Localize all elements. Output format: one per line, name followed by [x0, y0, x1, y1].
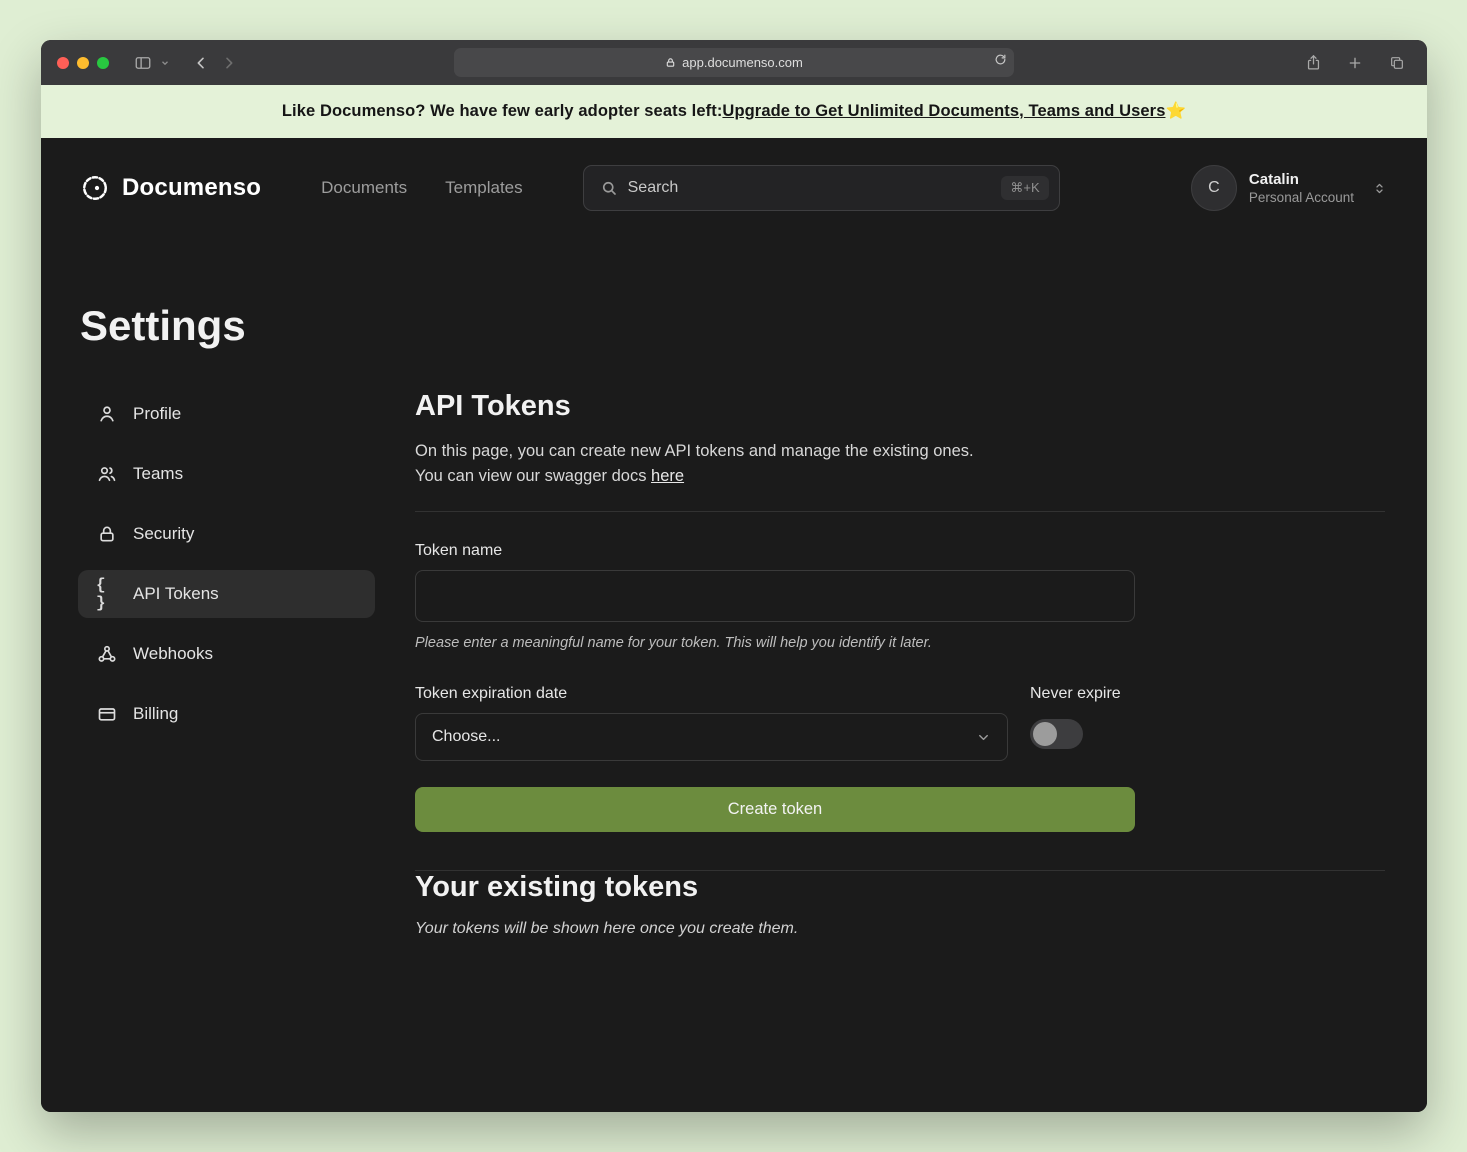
- sidebar-item-label: Teams: [133, 464, 183, 484]
- page-title: Settings: [80, 302, 1427, 350]
- toggle-knob: [1033, 722, 1057, 746]
- address-bar[interactable]: app.documenso.com: [454, 48, 1014, 77]
- existing-tokens-empty-text: Your tokens will be shown here once you …: [415, 920, 1385, 938]
- account-name: Catalin: [1249, 170, 1354, 189]
- divider: [415, 511, 1385, 512]
- sidebar-item-webhooks[interactable]: Webhooks: [78, 630, 375, 678]
- sidebar-item-profile[interactable]: Profile: [78, 390, 375, 438]
- refresh-icon[interactable]: [994, 53, 1007, 66]
- section-heading: API Tokens: [415, 390, 1385, 423]
- section-description: On this page, you can create new API tok…: [415, 439, 1385, 489]
- token-expiration-label: Token expiration date: [415, 685, 1008, 703]
- search-icon: [600, 179, 618, 197]
- promo-banner-star: ⭐: [1165, 102, 1186, 121]
- token-name-input[interactable]: [415, 570, 1135, 622]
- chevron-up-down-icon: [1372, 181, 1387, 196]
- credit-card-icon: [96, 704, 118, 724]
- sidebar-item-label: Webhooks: [133, 644, 213, 664]
- sidebar-item-security[interactable]: Security: [78, 510, 375, 558]
- promo-banner-text: Like Documenso? We have few early adopte…: [282, 102, 723, 121]
- zoom-window-button[interactable]: [97, 57, 109, 69]
- chevron-down-icon: [976, 730, 991, 745]
- url-text: app.documenso.com: [682, 55, 803, 70]
- account-type: Personal Account: [1249, 189, 1354, 206]
- sidebar-item-teams[interactable]: Teams: [78, 450, 375, 498]
- share-icon[interactable]: [1299, 50, 1327, 76]
- user-icon: [96, 404, 118, 424]
- nav-item-documents[interactable]: Documents: [321, 178, 407, 198]
- never-expire-label: Never expire: [1030, 685, 1135, 703]
- sidebar-item-billing[interactable]: Billing: [78, 690, 375, 738]
- search-placeholder: Search: [628, 179, 679, 197]
- brand-name: Documenso: [122, 174, 261, 202]
- sidebar-item-label: API Tokens: [133, 584, 219, 604]
- search-input[interactable]: Search ⌘+K: [583, 165, 1060, 211]
- sidebar-item-api-tokens[interactable]: { } API Tokens: [78, 570, 375, 618]
- account-menu[interactable]: C Catalin Personal Account: [1191, 165, 1387, 211]
- app-header: Documenso Documents Templates Search ⌘+K…: [41, 138, 1427, 238]
- traffic-lights: [57, 57, 109, 69]
- settings-sidebar: Profile Teams Security { } API Token: [78, 390, 375, 750]
- minimize-window-button[interactable]: [77, 57, 89, 69]
- create-token-button[interactable]: Create token: [415, 787, 1135, 832]
- token-name-help: Please enter a meaningful name for your …: [415, 635, 1385, 651]
- never-expire-toggle[interactable]: [1030, 719, 1083, 749]
- upgrade-link[interactable]: Upgrade to Get Unlimited Documents, Team…: [722, 102, 1165, 121]
- avatar: C: [1191, 165, 1237, 211]
- browser-toolbar: app.documenso.com: [41, 40, 1427, 85]
- brand-logo-link[interactable]: Documenso: [80, 173, 261, 203]
- documenso-logo-icon: [80, 173, 110, 203]
- api-tokens-panel: API Tokens On this page, you can create …: [415, 390, 1385, 938]
- promo-banner: Like Documenso? We have few early adopte…: [41, 85, 1427, 138]
- swagger-docs-link[interactable]: here: [651, 467, 684, 485]
- lock-icon: [665, 57, 676, 68]
- forward-button[interactable]: [215, 50, 243, 76]
- sidebar-item-label: Profile: [133, 404, 181, 424]
- nav-item-templates[interactable]: Templates: [445, 178, 522, 198]
- top-nav: Documents Templates: [321, 178, 522, 198]
- expiration-select[interactable]: Choose...: [415, 713, 1008, 761]
- sidebar-item-label: Billing: [133, 704, 178, 724]
- expiration-select-value: Choose...: [432, 728, 500, 746]
- lock-icon: [96, 524, 118, 544]
- braces-icon: { }: [96, 576, 118, 612]
- sidebar-item-label: Security: [133, 524, 194, 544]
- documenso-app: Documenso Documents Templates Search ⌘+K…: [41, 138, 1427, 1112]
- sidebar-toggle-icon[interactable]: [129, 50, 157, 76]
- new-tab-icon[interactable]: [1341, 50, 1369, 76]
- close-window-button[interactable]: [57, 57, 69, 69]
- back-button[interactable]: [187, 50, 215, 76]
- tab-overview-icon[interactable]: [1383, 50, 1411, 76]
- search-shortcut-badge: ⌘+K: [1001, 176, 1048, 200]
- browser-window: app.documenso.com Like Documenso? We hav…: [41, 40, 1427, 1112]
- token-name-label: Token name: [415, 542, 1385, 560]
- sidebar-menu-chevron-icon[interactable]: [157, 50, 173, 76]
- webhook-icon: [96, 644, 118, 664]
- existing-tokens-heading: Your existing tokens: [415, 871, 1385, 904]
- users-icon: [96, 464, 118, 484]
